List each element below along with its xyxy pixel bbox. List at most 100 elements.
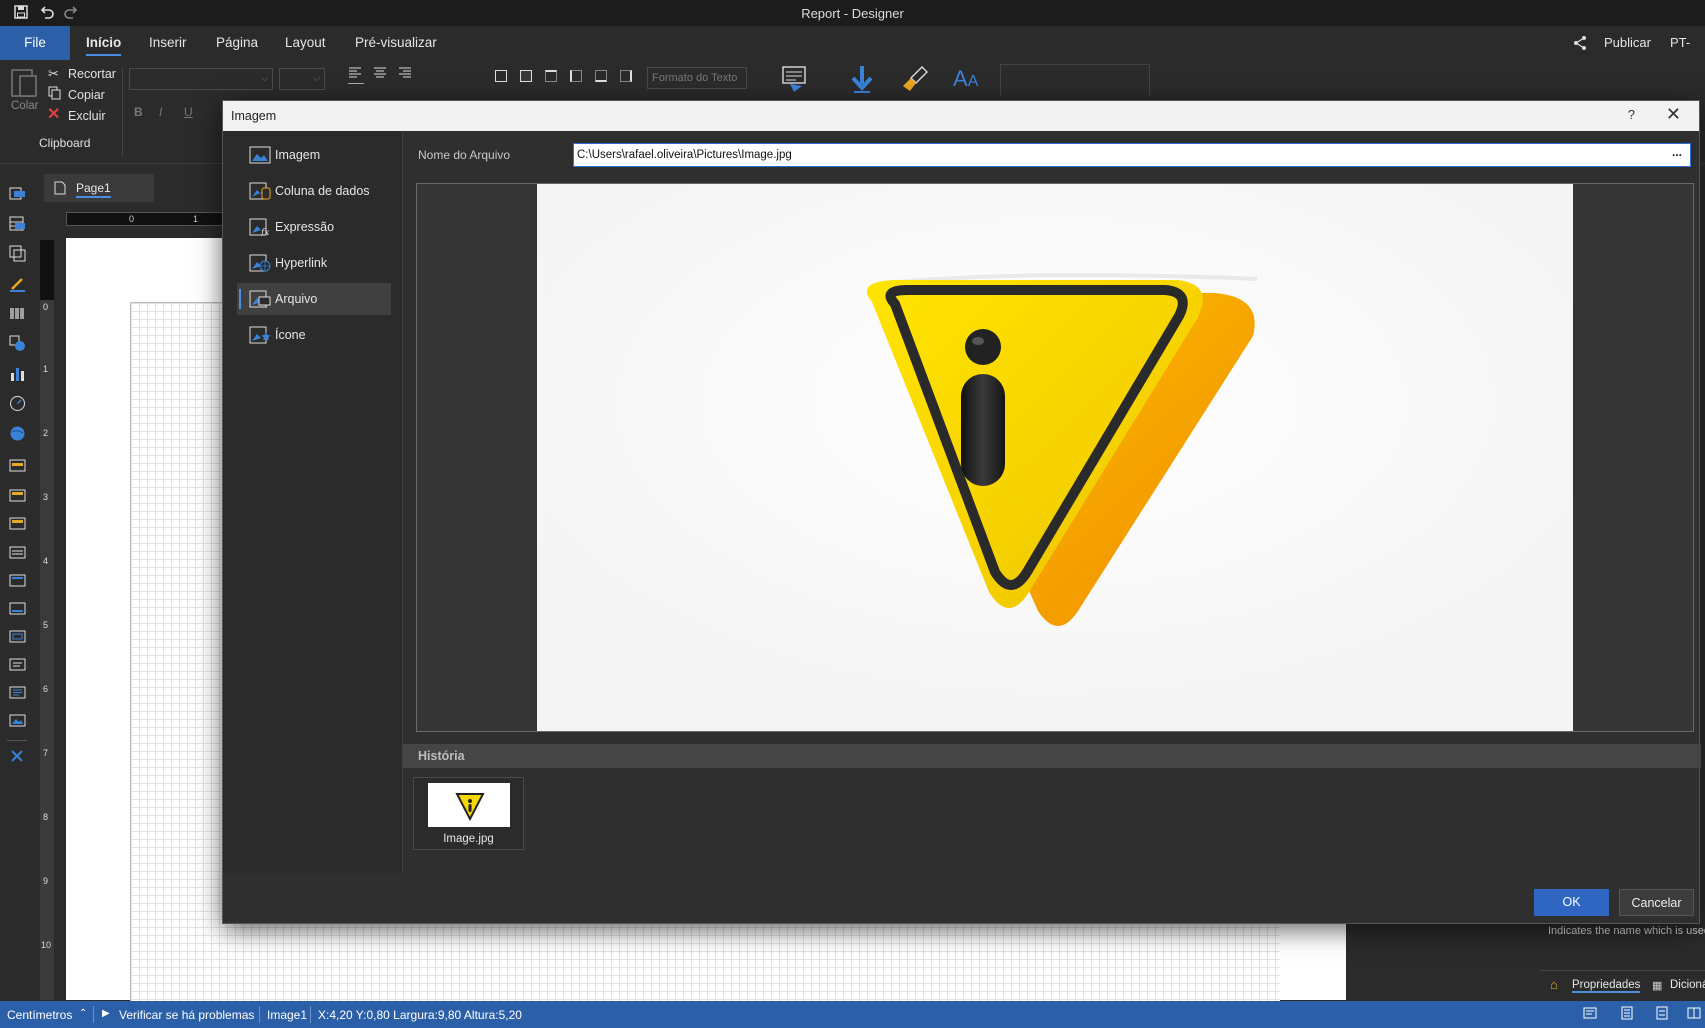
border-right-icon[interactable] — [620, 70, 632, 82]
header-band-icon[interactable] — [9, 515, 26, 532]
hruler-label-1: 1 — [193, 214, 199, 224]
history-item[interactable]: Image.jpg — [413, 777, 524, 850]
ok-button[interactable]: OK — [1534, 889, 1609, 916]
page-icon — [54, 181, 66, 195]
barcode-icon[interactable] — [9, 305, 26, 322]
page-header-icon[interactable] — [9, 487, 26, 504]
border-left-icon[interactable] — [570, 70, 582, 82]
band-icon[interactable] — [9, 185, 26, 202]
nav-item-hyperlink[interactable]: Hyperlink — [237, 247, 391, 279]
footer-band-icon[interactable] — [9, 600, 26, 617]
units-selector[interactable]: Centímetros — [7, 1008, 72, 1022]
tab-file[interactable]: File — [0, 26, 70, 60]
shape-icon[interactable] — [9, 335, 26, 352]
hruler-label-0: 0 — [129, 214, 135, 224]
font-style-icon[interactable]: AA — [953, 66, 978, 92]
group-header-icon[interactable] — [9, 572, 26, 589]
nav-item-expressao[interactable]: fx Expressão — [237, 211, 391, 243]
paint-brush-icon[interactable] — [900, 64, 930, 97]
nav-item-label: Expressão — [275, 220, 335, 234]
vruler-label: 10 — [41, 940, 52, 950]
child-band-icon[interactable] — [9, 628, 26, 645]
nav-item-arquivo[interactable]: Arquivo — [237, 283, 391, 315]
map-icon[interactable] — [9, 425, 26, 442]
nav-item-icone[interactable]: Ícone — [237, 319, 391, 351]
tab-inicio[interactable]: Início — [86, 26, 122, 60]
tab-dictionary[interactable]: Dicionário — [1670, 979, 1705, 991]
vruler-label: 7 — [43, 748, 49, 758]
dialog-nav: Imagem Coluna de dados fx Expressão Hype… — [223, 131, 403, 873]
close-icon[interactable]: ✕ — [1666, 104, 1681, 125]
browse-button[interactable]: ... — [1666, 145, 1688, 165]
text-format-combo[interactable]: Formato do Texto — [647, 67, 747, 89]
download-arrow-icon[interactable] — [848, 64, 876, 97]
warning-info-sign-icon — [537, 184, 1573, 731]
delete-icon: ✕ — [47, 106, 61, 123]
dictionary-icon: ▦ — [1652, 980, 1663, 992]
status-separator — [310, 1006, 311, 1023]
cancel-button[interactable]: Cancelar — [1619, 889, 1694, 916]
gauge-icon[interactable] — [9, 395, 26, 412]
tab-pagina[interactable]: Página — [216, 26, 258, 60]
border-all-icon[interactable] — [495, 70, 507, 82]
scissors-icon: ✂ — [48, 66, 59, 81]
dialog-title-bar: Imagem ? ✕ — [223, 101, 1699, 131]
tools-icon[interactable] — [9, 747, 26, 764]
language-button[interactable]: PT-BR — [1670, 26, 1705, 84]
border-top-icon[interactable] — [545, 70, 557, 82]
container-icon[interactable] — [9, 245, 26, 262]
tab-page1[interactable]: Page1 — [44, 174, 154, 202]
tab-properties[interactable]: Propriedades — [1572, 979, 1641, 993]
image-icon[interactable] — [9, 712, 26, 729]
align-left-icon[interactable] — [348, 66, 364, 84]
align-center-icon[interactable] — [373, 66, 387, 83]
nav-item-imagem[interactable]: Imagem — [237, 139, 391, 171]
image-preview — [416, 183, 1694, 732]
history-item-label: Image.jpg — [443, 833, 494, 845]
delete-button[interactable]: Excluir — [68, 109, 106, 123]
view-width-icon[interactable] — [1655, 1006, 1669, 1023]
tab-layout[interactable]: Layout — [285, 26, 326, 60]
copy-button[interactable]: Copiar — [68, 88, 105, 102]
border-bottom-icon[interactable] — [595, 70, 607, 82]
help-button[interactable]: ? — [1628, 107, 1635, 122]
italic-button[interactable]: I — [159, 105, 162, 119]
text-icon[interactable] — [9, 656, 26, 673]
rich-text-icon[interactable] — [9, 684, 26, 701]
check-problems-button[interactable]: Verificar se há problemas — [119, 1008, 254, 1022]
underline-button[interactable]: U — [184, 105, 193, 119]
view-fit-icon[interactable] — [1620, 1006, 1634, 1023]
cut-button[interactable]: Recortar — [68, 67, 116, 81]
data-band-icon[interactable] — [9, 544, 26, 561]
table-band-icon[interactable] — [9, 215, 26, 232]
nav-item-coluna-de-dados[interactable]: Coluna de dados — [237, 175, 391, 207]
view-page-icon[interactable] — [1583, 1006, 1597, 1023]
image-dialog: Imagem ? ✕ Imagem Coluna de dados fx Exp… — [222, 100, 1701, 924]
style-selector[interactable] — [1000, 64, 1150, 96]
paste-button[interactable]: Colar — [11, 100, 38, 112]
ribbon-divider — [122, 68, 123, 156]
nav-item-label: Hyperlink — [275, 256, 328, 270]
bold-button[interactable]: B — [134, 105, 143, 119]
font-family-combo[interactable]: ⌵ — [129, 68, 273, 90]
filename-input[interactable] — [573, 143, 1691, 167]
vruler-label: 3 — [43, 492, 49, 502]
horizontal-ruler: 0 1 — [66, 212, 226, 226]
vruler-label: 0 — [43, 302, 49, 312]
chart-icon[interactable] — [9, 365, 26, 382]
conditions-icon[interactable] — [780, 64, 812, 97]
paste-icon[interactable] — [8, 68, 40, 101]
publish-button[interactable]: Publicar — [1604, 26, 1651, 60]
pen-icon[interactable] — [9, 275, 26, 292]
report-title-icon[interactable] — [9, 457, 26, 474]
view-multi-icon[interactable] — [1687, 1006, 1701, 1023]
border-outline-icon[interactable] — [520, 70, 532, 82]
align-right-icon[interactable] — [398, 66, 412, 83]
font-size-combo[interactable]: ⌵ — [279, 68, 325, 90]
tab-inserir[interactable]: Inserir — [149, 26, 187, 60]
file-image-icon — [249, 290, 271, 308]
chevron-up-icon[interactable]: ⌃ — [79, 1008, 87, 1019]
expression-icon: fx — [249, 218, 269, 236]
share-icon[interactable] — [1572, 35, 1588, 54]
tab-pre-visualizar[interactable]: Pré-visualizar — [355, 26, 437, 60]
